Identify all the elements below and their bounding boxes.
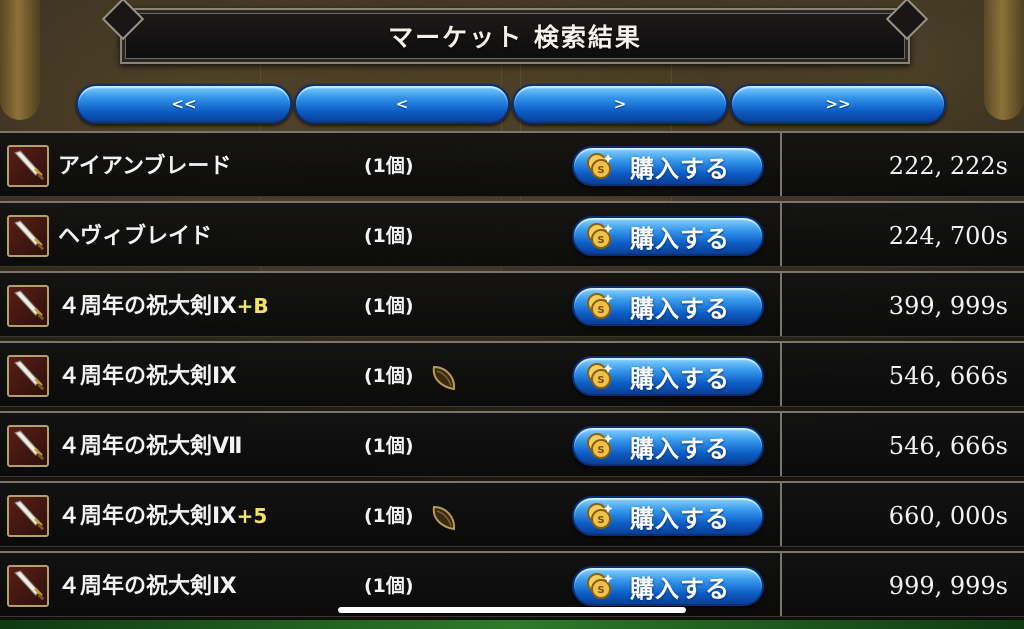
svg-text:S: S	[597, 305, 604, 316]
item-name: アイアンブレード	[58, 133, 231, 199]
column-divider	[780, 343, 782, 406]
item-price: 224, 700s	[888, 222, 1008, 250]
list-item: ４周年の祝大剣Ⅸ (1個) S 購入する 546, 666s	[0, 341, 1024, 407]
list-item: ４周年の祝大剣Ⅸ+B (1個) S 購入する 399, 999s	[0, 271, 1024, 337]
list-item: ヘヴィブレイド (1個) S 購入する 224, 700s	[0, 201, 1024, 267]
item-quantity: (1個)	[364, 505, 414, 527]
buy-button-label: 購入する	[630, 504, 730, 533]
pagination-bar: << < > >>	[76, 84, 948, 126]
item-upgrade-suffix: +5	[236, 504, 268, 528]
item-name: ヘヴィブレイド	[58, 203, 212, 269]
column-divider	[780, 203, 782, 266]
title-bar: マーケット 検索結果	[101, 0, 929, 64]
item-name: ４周年の祝大剣Ⅸ	[58, 553, 237, 619]
coin-icon: S	[587, 223, 613, 249]
buy-button[interactable]: S 購入する	[572, 566, 764, 606]
title-ornament-right	[885, 0, 929, 41]
item-quantity: (1個)	[364, 295, 414, 317]
coin-icon: S	[587, 363, 613, 389]
item-name-text: ヘヴィブレイド	[58, 224, 213, 249]
coin-icon: S	[587, 573, 613, 599]
column-divider	[780, 483, 782, 546]
home-indicator[interactable]	[338, 607, 686, 613]
item-price: 999, 999s	[888, 572, 1008, 600]
buy-button[interactable]: S 購入する	[572, 216, 764, 256]
seed-icon	[432, 505, 456, 531]
last-page-button[interactable]: >>	[730, 84, 946, 124]
seed-icon	[432, 365, 456, 391]
bottom-strip	[0, 620, 1024, 629]
column-divider	[780, 553, 782, 616]
buy-button[interactable]: S 購入する	[572, 496, 764, 536]
item-price: 660, 000s	[888, 502, 1008, 530]
item-quantity: (1個)	[364, 225, 414, 247]
item-name-text: ４周年の祝大剣Ⅸ	[58, 574, 237, 599]
sword-icon[interactable]	[7, 425, 49, 467]
svg-text:S: S	[597, 375, 604, 386]
item-quantity: (1個)	[364, 435, 414, 457]
item-name-text: ４周年の祝大剣Ⅶ	[58, 434, 243, 459]
column-divider	[780, 413, 782, 476]
left-frame-ornament	[0, 0, 40, 120]
item-quantity: (1個)	[364, 365, 414, 387]
item-name: ４周年の祝大剣Ⅸ	[58, 343, 237, 409]
buy-button-label: 購入する	[630, 364, 730, 393]
buy-button[interactable]: S 購入する	[572, 426, 764, 466]
list-item: ４周年の祝大剣Ⅸ+5 (1個) S 購入する 660, 000s	[0, 481, 1024, 547]
title-ornament-left	[101, 0, 145, 41]
column-divider	[780, 273, 782, 336]
buy-button-label: 購入する	[630, 154, 730, 183]
buy-button-label: 購入する	[630, 294, 730, 323]
buy-button-label: 購入する	[630, 224, 730, 253]
result-list: アイアンブレード (1個) S 購入する 222, 222s ヘヴィブレイド (…	[0, 131, 1024, 621]
list-item: アイアンブレード (1個) S 購入する 222, 222s	[0, 131, 1024, 197]
sword-icon[interactable]	[7, 145, 49, 187]
buy-button[interactable]: S 購入する	[572, 146, 764, 186]
first-page-button[interactable]: <<	[76, 84, 292, 124]
item-name: ４周年の祝大剣Ⅸ+5	[58, 483, 267, 549]
svg-text:S: S	[597, 235, 604, 246]
svg-text:S: S	[597, 165, 604, 176]
column-divider	[780, 133, 782, 196]
buy-button[interactable]: S 購入する	[572, 286, 764, 326]
sword-icon[interactable]	[7, 565, 49, 607]
sword-icon[interactable]	[7, 495, 49, 537]
buy-button-label: 購入する	[630, 434, 730, 463]
right-frame-ornament	[984, 0, 1024, 120]
item-name-text: ４周年の祝大剣Ⅸ	[58, 364, 237, 389]
coin-icon: S	[587, 153, 613, 179]
list-item: ４周年の祝大剣Ⅶ (1個) S 購入する 546, 666s	[0, 411, 1024, 477]
next-page-button[interactable]: >	[512, 84, 728, 124]
page-title: マーケット 検索結果	[388, 23, 642, 52]
svg-text:S: S	[597, 515, 604, 526]
item-name-text: アイアンブレード	[58, 154, 232, 179]
item-name-text: ４周年の祝大剣Ⅸ	[58, 504, 237, 529]
item-price: 546, 666s	[888, 362, 1008, 390]
sword-icon[interactable]	[7, 355, 49, 397]
market-screen: マーケット 検索結果 << < > >> アイアンブレード (1個) S 購入す…	[0, 0, 1024, 629]
item-quantity: (1個)	[364, 155, 414, 177]
sword-icon[interactable]	[7, 285, 49, 327]
svg-text:S: S	[597, 585, 604, 596]
item-name: ４周年の祝大剣Ⅸ+B	[58, 273, 269, 339]
sword-icon[interactable]	[7, 215, 49, 257]
svg-text:S: S	[597, 445, 604, 456]
coin-icon: S	[587, 433, 613, 459]
item-price: 399, 999s	[888, 292, 1008, 320]
prev-page-button[interactable]: <	[294, 84, 510, 124]
item-price: 222, 222s	[888, 152, 1008, 180]
coin-icon: S	[587, 293, 613, 319]
buy-button[interactable]: S 購入する	[572, 356, 764, 396]
item-name: ４周年の祝大剣Ⅶ	[58, 413, 243, 479]
coin-icon: S	[587, 503, 613, 529]
item-upgrade-suffix: +B	[236, 294, 269, 318]
item-name-text: ４周年の祝大剣Ⅸ	[58, 294, 237, 319]
buy-button-label: 購入する	[630, 574, 730, 603]
item-price: 546, 666s	[888, 432, 1008, 460]
